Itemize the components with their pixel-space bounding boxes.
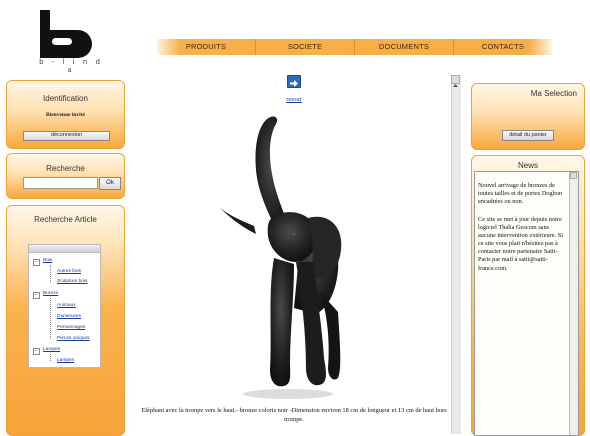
tree-item-lampes[interactable]: Lampes <box>43 347 60 352</box>
news-paragraph-2: Ce site se met à jour depuis notre logic… <box>478 216 563 272</box>
tree-connector <box>50 265 51 283</box>
logout-button[interactable]: déconnexion <box>23 131 110 141</box>
tree-connector <box>50 354 51 361</box>
expand-toggle-icon[interactable]: − <box>33 292 40 299</box>
selection-title: Ma Selection <box>530 89 577 98</box>
nav-societe[interactable]: SOCIETE <box>256 39 355 55</box>
article-search-title: Recherche Article <box>34 215 97 224</box>
main-nav: PRODUITS SOCIETE DOCUMENTS CONTACTS <box>157 39 552 55</box>
nav-contacts[interactable]: CONTACTS <box>454 39 552 55</box>
tree-item-lampes-sub[interactable]: Lampes <box>57 358 74 363</box>
identification-title: Identification <box>43 94 88 103</box>
back-link[interactable]: retour <box>282 96 306 103</box>
news-paragraph-1: Nouvel arrivage de bronzes de toutes tai… <box>478 182 563 206</box>
content-scrollbar[interactable] <box>451 75 461 434</box>
tree-item-animaux[interactable]: Animaux <box>57 303 76 308</box>
category-tree: − Bois Autres bois Sculpture bois − Bron… <box>28 244 101 368</box>
search-title: Recherche <box>46 164 85 173</box>
tree-item-sculpture-bois[interactable]: Sculpture bois <box>57 279 87 284</box>
product-image <box>210 112 350 402</box>
expand-toggle-icon[interactable]: − <box>33 259 40 266</box>
tree-item-autres-bois[interactable]: Autres bois <box>57 269 81 274</box>
news-content: Nouvel arrivage de bronzes de toutes tai… <box>474 171 579 436</box>
identification-panel: Identification Bienvenue invité déconnex… <box>6 80 125 149</box>
nav-produits[interactable]: PRODUITS <box>157 39 256 55</box>
search-panel: Recherche Ok <box>6 153 125 199</box>
basket-detail-button[interactable]: détail du panier <box>502 130 554 141</box>
tree-item-bois[interactable]: Bois <box>43 258 52 263</box>
news-scrollbar[interactable] <box>569 172 578 435</box>
welcome-text: Bienvenue invité <box>46 112 85 118</box>
tree-connector <box>50 298 51 339</box>
nav-documents[interactable]: DOCUMENTS <box>355 39 454 55</box>
expand-toggle-icon[interactable]: − <box>33 348 40 355</box>
tree-item-bronze[interactable]: Bronze <box>43 291 58 296</box>
search-ok-button[interactable]: Ok <box>99 177 121 190</box>
search-input[interactable] <box>23 177 98 189</box>
selection-panel: Ma Selection détail du panier <box>471 83 585 150</box>
scroll-up-icon[interactable] <box>451 75 460 87</box>
next-arrow-icon[interactable] <box>287 75 301 88</box>
logo-text: b - l i n d a <box>39 58 103 74</box>
tree-header <box>29 245 100 253</box>
product-caption: Eléphant avec la trompe vers le haut.- b… <box>141 407 447 423</box>
tree-item-pieces-uniques[interactable]: Pièces uniques <box>57 336 90 341</box>
news-title: News <box>517 161 538 170</box>
tree-item-personnages[interactable]: Personnages <box>57 325 85 330</box>
news-scroll-up-icon[interactable] <box>570 172 577 179</box>
tree-item-danseuses[interactable]: Danseuses <box>57 314 81 319</box>
